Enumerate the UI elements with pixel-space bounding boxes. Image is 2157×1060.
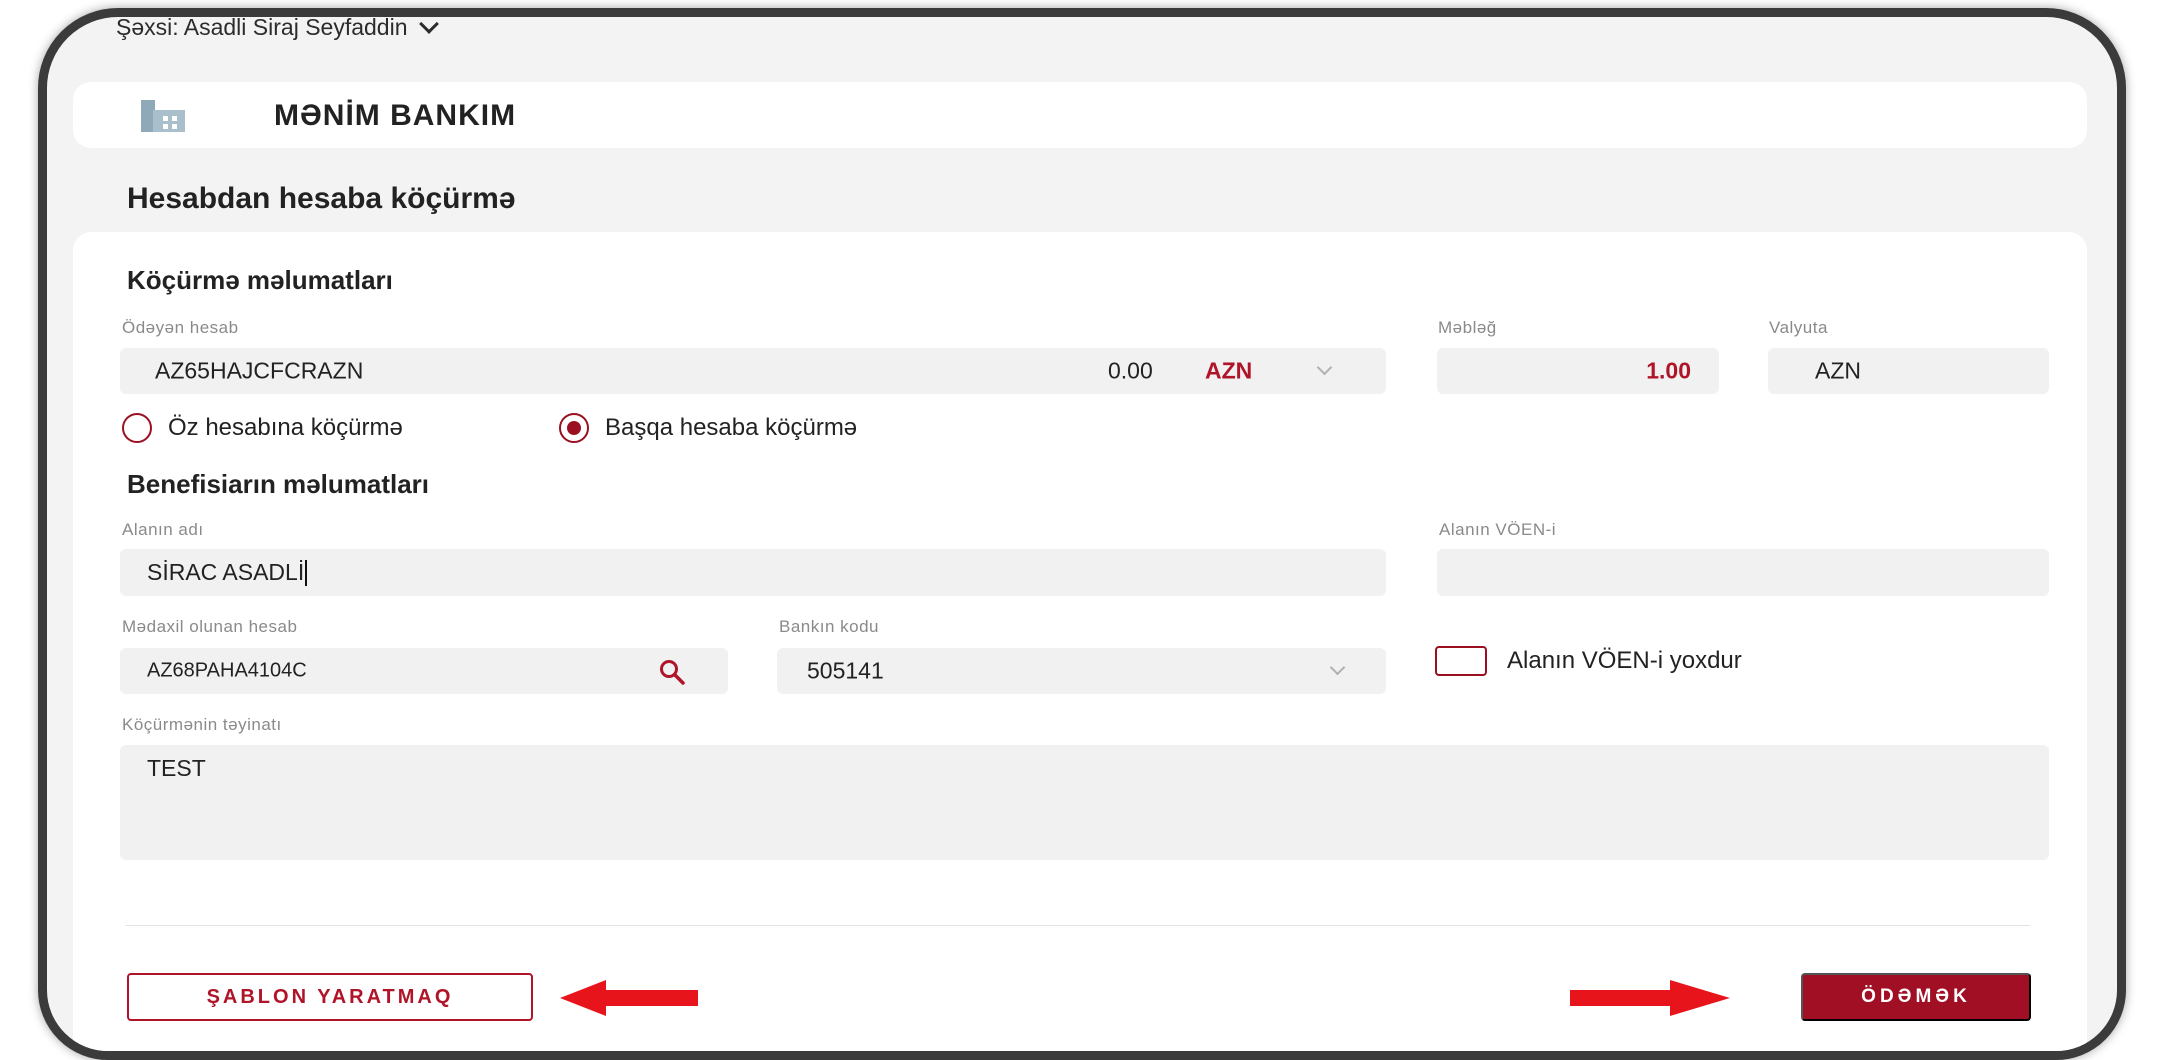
recipient-name-input[interactable]: SİRAC ASADLİ: [120, 549, 1386, 596]
radio-own-label: Öz hesabına köçürmə: [168, 414, 403, 441]
bank-header-bar: MƏNİM BANKIM: [73, 82, 2087, 148]
payer-account-label: Ödəyən hesab: [122, 318, 239, 337]
recipient-name-label: Alanın adı: [122, 520, 204, 539]
radio-own-circle[interactable]: [122, 413, 152, 443]
amount-label: Məbləğ: [1438, 318, 1497, 337]
radio-own-account[interactable]: Öz hesabına köçürmə: [122, 413, 403, 443]
credited-account-value: AZ68PAHA4104C: [147, 659, 307, 682]
app-screen: Şəxsi: Asadli Siraj Seyfaddin MƏNİM BANK…: [47, 14, 2117, 1051]
pay-button[interactable]: ÖDƏMƏK: [1801, 973, 2031, 1021]
amount-input[interactable]: 1.00: [1437, 348, 1719, 394]
search-icon[interactable]: [658, 658, 686, 686]
recipient-voen-label: Alanın VÖEN-i: [1439, 520, 1557, 539]
person-label: Şəxsi: Asadli Siraj Seyfaddin: [116, 14, 408, 40]
currency-value: AZN: [1815, 357, 1861, 384]
chevron-down-icon: [1329, 659, 1346, 676]
purpose-textarea[interactable]: TEST: [120, 745, 2049, 860]
checkbox-box[interactable]: [1435, 646, 1487, 676]
beneficiary-title: Benefisiarın məlumatları: [127, 469, 429, 499]
create-template-button[interactable]: ŞABLON YARATMAQ: [127, 973, 533, 1021]
arrow-right-icon: [1570, 980, 1730, 1016]
chevron-down-icon: [1316, 359, 1333, 376]
no-voen-label: Alanın VÖEN-i yoxdur: [1507, 647, 1742, 674]
text-caret: [305, 560, 308, 587]
divider: [125, 925, 2030, 926]
radio-other-account[interactable]: Başqa hesaba köçürmə: [559, 413, 857, 443]
bank-code-label: Bankın kodu: [779, 617, 880, 636]
radio-other-circle[interactable]: [559, 413, 589, 443]
recipient-voen-input[interactable]: [1437, 549, 2049, 596]
no-voen-checkbox[interactable]: Alanın VÖEN-i yoxdur: [1435, 646, 1742, 676]
currency-field[interactable]: AZN: [1768, 348, 2049, 394]
radio-other-label: Başqa hesaba köçürmə: [605, 414, 858, 441]
payer-account-number: AZ65HAJCFCRAZN: [155, 357, 364, 384]
currency-label: Valyuta: [1769, 318, 1828, 337]
arrow-left-icon: [560, 980, 698, 1016]
credited-account-label: Mədaxil olunan hesab: [122, 617, 298, 636]
bank-building-icon: [141, 100, 185, 132]
chevron-down-icon: [418, 17, 439, 34]
device-frame: Şəxsi: Asadli Siraj Seyfaddin MƏNİM BANK…: [38, 8, 2126, 1060]
transfer-details-title: Köçürmə məlumatları: [127, 265, 393, 295]
bank-title: MƏNİM BANKIM: [274, 99, 517, 132]
person-selector[interactable]: Şəxsi: Asadli Siraj Seyfaddin: [116, 14, 439, 41]
credited-account-input[interactable]: AZ68PAHA4104C: [120, 648, 728, 694]
page-title: Hesabdan hesaba köçürmə: [127, 182, 516, 215]
bank-code-value: 505141: [807, 657, 884, 684]
bank-code-select[interactable]: 505141: [777, 648, 1386, 694]
recipient-name-value: SİRAC ASADLİ: [147, 559, 308, 587]
payer-account-select[interactable]: AZ65HAJCFCRAZN 0.00 AZN: [120, 348, 1386, 394]
purpose-label: Köçürmənin təyinatı: [122, 715, 282, 734]
payer-currency: AZN: [1205, 357, 1253, 384]
amount-value: 1.00: [1646, 357, 1691, 384]
payer-balance: 0.00: [1108, 357, 1153, 384]
purpose-value: TEST: [147, 755, 206, 781]
